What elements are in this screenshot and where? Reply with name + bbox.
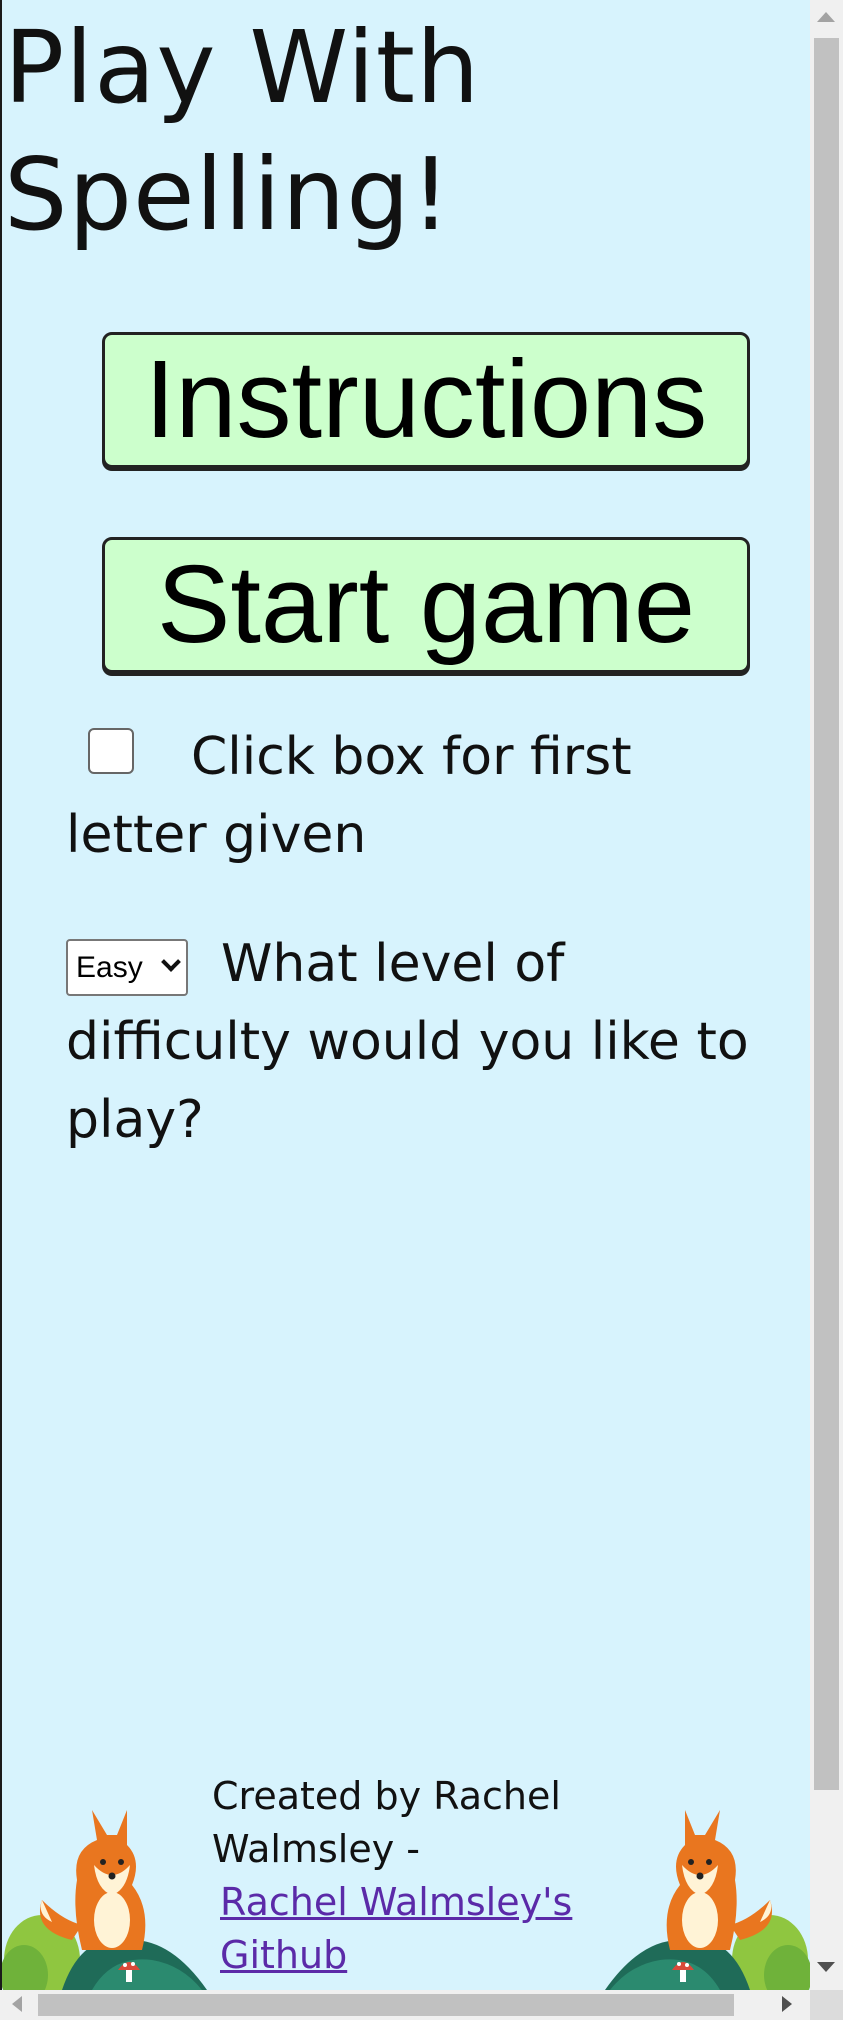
fox-forest-right-icon bbox=[605, 1810, 810, 1990]
first-letter-label-row: Click box for first letter given bbox=[66, 718, 786, 874]
page-viewport: Play With Spelling! Instructions Start g… bbox=[0, 0, 810, 1990]
page-title: Play With Spelling! bbox=[4, 9, 481, 253]
vertical-scrollbar-thumb[interactable] bbox=[814, 38, 839, 1790]
horizontal-scrollbar-thumb[interactable] bbox=[38, 1994, 734, 2016]
difficulty-label: What level of difficulty would you like … bbox=[66, 934, 749, 1150]
horizontal-scrollbar[interactable] bbox=[0, 1990, 810, 2020]
instructions-button[interactable]: Instructions bbox=[102, 332, 750, 468]
first-letter-label: Click box for first letter given bbox=[66, 727, 632, 865]
github-link[interactable]: Rachel Walmsley's Github bbox=[220, 1876, 580, 1982]
scroll-left-arrow-icon[interactable] bbox=[12, 1996, 22, 2012]
start-game-button[interactable]: Start game bbox=[102, 537, 750, 673]
scroll-up-arrow-icon[interactable] bbox=[817, 12, 835, 22]
scrollbar-corner bbox=[810, 1990, 843, 2020]
scroll-right-arrow-icon[interactable] bbox=[782, 1996, 792, 2012]
fox-forest-left-icon bbox=[2, 1810, 207, 1990]
browser-frame: Play With Spelling! Instructions Start g… bbox=[0, 0, 843, 2020]
difficulty-label-row: What level of difficulty would you like … bbox=[66, 925, 786, 1159]
vertical-scrollbar[interactable] bbox=[810, 0, 843, 1990]
footer-credit: Created by Rachel Walmsley - bbox=[212, 1774, 561, 1871]
scroll-down-arrow-icon[interactable] bbox=[817, 1962, 835, 1972]
